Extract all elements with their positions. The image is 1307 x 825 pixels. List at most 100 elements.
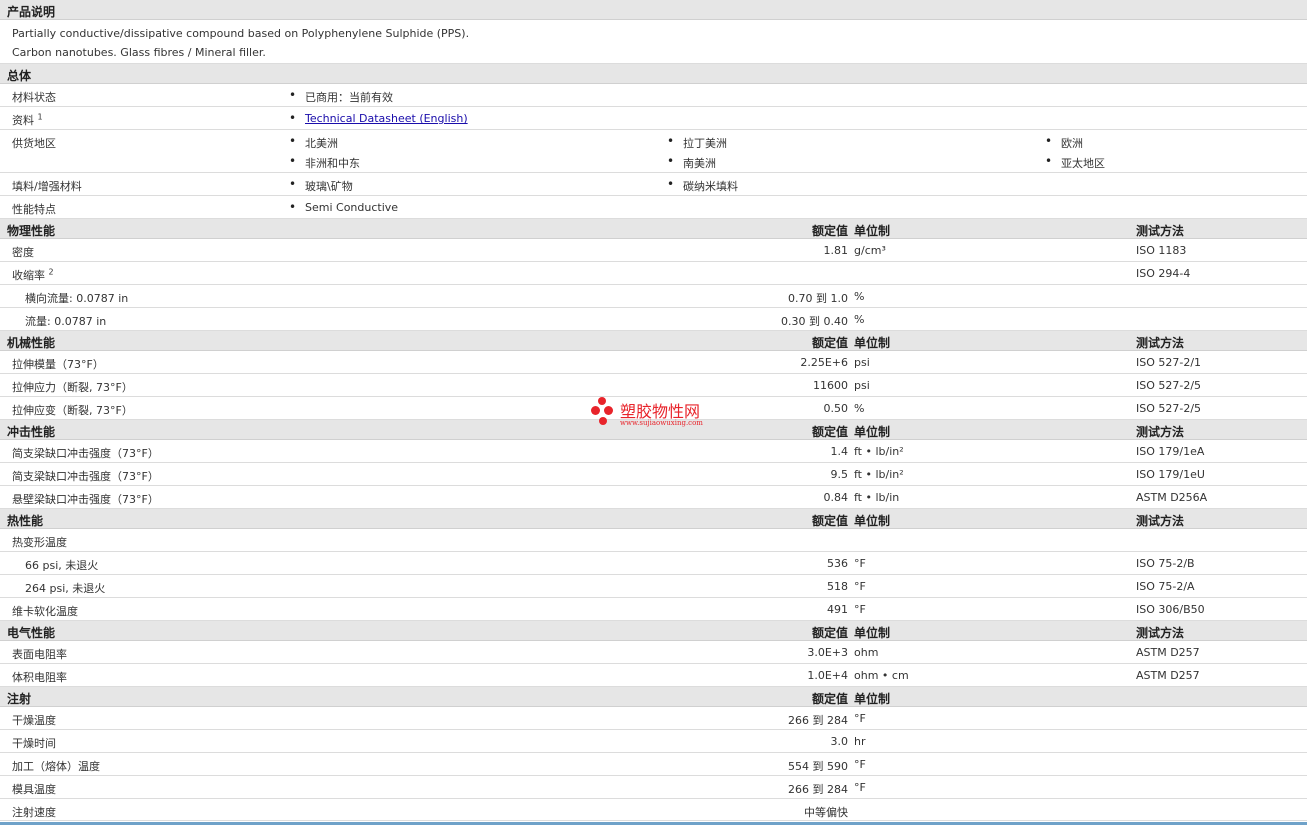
header-value: 额定值 xyxy=(811,626,848,640)
row-label: 拉伸应变（断裂, 73°F） xyxy=(12,404,133,417)
header-unit: 单位制 xyxy=(854,626,891,640)
feature-item: Semi Conductive xyxy=(289,200,398,214)
row-features: 性能特点 Semi Conductive xyxy=(0,196,1307,219)
header-unit: 单位制 xyxy=(854,692,891,706)
section-title: 热性能 xyxy=(7,514,44,528)
section-description-header: 产品说明 xyxy=(0,0,1307,20)
technical-datasheet-link[interactable]: Technical Datasheet (English) xyxy=(305,112,468,125)
header-value: 额定值 xyxy=(811,336,848,350)
row-label: 性能特点 xyxy=(12,203,56,216)
row-label: 资料 1 xyxy=(12,112,43,127)
row-value: 554 到 590 xyxy=(788,760,848,773)
row-test: ISO 527-2/5 xyxy=(1136,379,1202,392)
table-row: 66 psi, 未退火 536 °F ISO 75-2/B xyxy=(0,552,1307,575)
section-physical-header: 物理性能 额定值 单位制 测试方法 xyxy=(0,219,1307,239)
row-test: ISO 1183 xyxy=(1136,244,1187,257)
header-test: 测试方法 xyxy=(1136,425,1185,439)
row-value: 3.0 xyxy=(830,735,849,748)
table-row: 悬壁梁缺口冲击强度（73°F） 0.84 ft • lb/in ASTM D25… xyxy=(0,486,1307,509)
row-hdt: 热变形温度 xyxy=(0,529,1307,552)
row-label: 悬壁梁缺口冲击强度（73°F） xyxy=(12,493,159,506)
watermark-logo-dot xyxy=(598,397,606,405)
row-value: 11600 xyxy=(813,379,848,392)
section-title: 物理性能 xyxy=(7,224,56,238)
row-value: 3.0E+3 xyxy=(807,646,848,659)
table-row: 简支梁缺口冲击强度（73°F） 1.4 ft • lb/in² ISO 179/… xyxy=(0,440,1307,463)
footnote-marker: 2 xyxy=(48,267,54,277)
row-label: 干燥时间 xyxy=(12,737,56,750)
region-item: 南美洲 xyxy=(667,154,716,171)
row-test: ASTM D256A xyxy=(1136,491,1208,504)
row-label: 热变形温度 xyxy=(12,536,67,549)
row-unit: ft • lb/in² xyxy=(854,445,904,458)
row-test: ISO 527-2/5 xyxy=(1136,402,1202,415)
header-test: 测试方法 xyxy=(1136,336,1185,350)
row-test: ISO 306/B50 xyxy=(1136,603,1205,616)
row-unit: ohm • cm xyxy=(854,669,909,682)
section-general-header: 总体 xyxy=(0,64,1307,84)
row-unit: % xyxy=(854,290,865,303)
row-label: 干燥温度 xyxy=(12,714,56,727)
row-label: 维卡软化温度 xyxy=(12,605,78,618)
row-unit: °F xyxy=(854,781,866,794)
row-value: 2.25E+6 xyxy=(800,356,848,369)
row-shrink-flow: 流量: 0.0787 in 0.30 到 0.40 % xyxy=(0,308,1307,331)
row-status: 材料状态 已商用：当前有效 xyxy=(0,84,1307,107)
watermark-logo-dot xyxy=(591,406,600,415)
row-label: 拉伸模量（73°F） xyxy=(12,358,104,371)
section-title: 电气性能 xyxy=(7,626,56,640)
site-watermark: 塑胶物性网 www.sujiaowuxing.com xyxy=(590,395,730,431)
table-row: 拉伸模量（73°F） 2.25E+6 psi ISO 527-2/1 xyxy=(0,351,1307,374)
row-unit: ft • lb/in² xyxy=(854,468,904,481)
header-test: 测试方法 xyxy=(1136,514,1185,528)
row-value: 1.0E+4 xyxy=(807,669,848,682)
row-label: 供货地区 xyxy=(12,137,56,150)
row-shrinkage: 收缩率 2 ISO 294-4 xyxy=(0,262,1307,285)
row-label: 简支梁缺口冲击强度（73°F） xyxy=(12,470,159,483)
table-row: 加工（熔体）温度 554 到 590 °F xyxy=(0,753,1307,776)
docs-item: Technical Datasheet (English) xyxy=(289,111,468,125)
row-unit: °F xyxy=(854,758,866,771)
header-value: 额定值 xyxy=(811,224,848,238)
section-title: 冲击性能 xyxy=(7,425,56,439)
region-item: 北美洲 xyxy=(289,134,338,151)
header-value: 额定值 xyxy=(811,514,848,528)
row-label: 收缩率 2 xyxy=(12,267,54,282)
row-value: 0.70 到 1.0 xyxy=(788,292,848,305)
header-unit: 单位制 xyxy=(854,425,891,439)
header-value: 额定值 xyxy=(811,692,848,706)
row-test: ASTM D257 xyxy=(1136,669,1200,682)
table-row: 体积电阻率 1.0E+4 ohm • cm ASTM D257 xyxy=(0,664,1307,687)
row-label: 模具温度 xyxy=(12,783,56,796)
row-label: 表面电阻率 xyxy=(12,648,67,661)
row-test: ISO 75-2/A xyxy=(1136,580,1195,593)
row-value: 536 xyxy=(827,557,848,570)
watermark-logo-dot xyxy=(599,417,607,425)
table-row: 模具温度 266 到 284 °F xyxy=(0,776,1307,799)
row-value: 518 xyxy=(827,580,848,593)
footnote-marker: 1 xyxy=(37,112,43,122)
watermark-logo-dot xyxy=(604,406,613,415)
header-unit: 单位制 xyxy=(854,336,891,350)
table-row: 注射速度 中等偏快 xyxy=(0,799,1307,821)
row-unit: % xyxy=(854,313,865,326)
row-label: 密度 xyxy=(12,246,34,259)
filler-item: 玻璃\矿物 xyxy=(289,177,353,194)
row-value: 1.81 xyxy=(823,244,849,257)
row-density: 密度 1.81 g/cm³ ISO 1183 xyxy=(0,239,1307,262)
datasheet-page: 产品说明 Partially conductive/dissipative co… xyxy=(0,0,1307,825)
description-line-1: Partially conductive/dissipative compoun… xyxy=(12,27,470,40)
header-value: 额定值 xyxy=(811,425,848,439)
row-value: 中等偏快 xyxy=(804,806,848,819)
region-item: 亚太地区 xyxy=(1045,154,1105,171)
row-unit: ft • lb/in xyxy=(854,491,900,504)
table-row: 干燥温度 266 到 284 °F xyxy=(0,707,1307,730)
row-unit: °F xyxy=(854,603,866,616)
row-label: 加工（熔体）温度 xyxy=(12,760,100,773)
row-test: ISO 527-2/1 xyxy=(1136,356,1202,369)
row-value: 266 到 284 xyxy=(788,783,848,796)
region-item: 拉丁美洲 xyxy=(667,134,727,151)
row-test: ASTM D257 xyxy=(1136,646,1200,659)
table-row: 表面电阻率 3.0E+3 ohm ASTM D257 xyxy=(0,641,1307,664)
row-unit: hr xyxy=(854,735,866,748)
